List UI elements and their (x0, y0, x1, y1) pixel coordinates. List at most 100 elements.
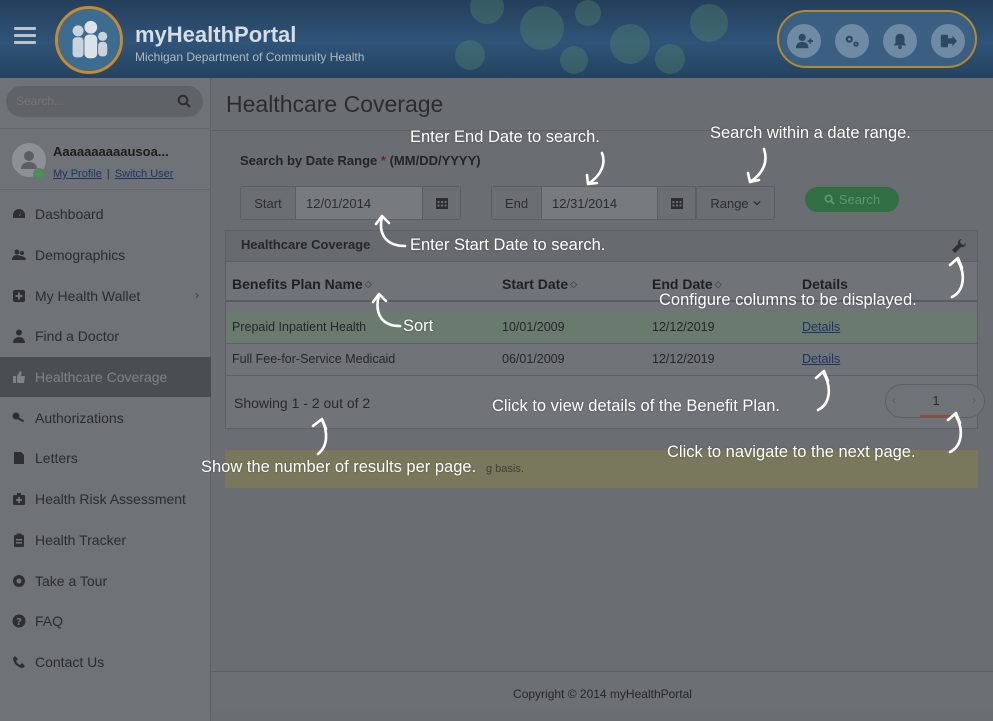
annotation-date-range: Search within a date range. (710, 124, 911, 142)
question-icon: ? (12, 614, 26, 628)
calendar-icon (670, 198, 683, 209)
logout-icon[interactable] (931, 24, 965, 58)
sidebar-item-find-doctor[interactable]: Find a Doctor (0, 316, 211, 357)
sidebar-search[interactable] (6, 86, 203, 117)
chevron-down-icon (753, 200, 761, 206)
sidebar-item-letters[interactable]: Letters (0, 438, 211, 479)
column-header-plan[interactable]: Benefits Plan Name ◇ (232, 276, 372, 292)
online-status-icon (33, 168, 45, 180)
next-page-button[interactable]: › (972, 393, 976, 407)
compass-icon (13, 574, 25, 587)
add-user-icon[interactable] (787, 24, 821, 58)
link-separator: | (106, 168, 110, 180)
date-range-text: Search by Date Range (240, 153, 378, 168)
thumbs-up-icon (13, 371, 25, 384)
sidebar-item-label: Demographics (35, 247, 126, 264)
sidebar-item-label: FAQ (35, 613, 64, 630)
search-icon (824, 194, 835, 205)
details-link[interactable]: Details (802, 352, 840, 366)
plan-name-cell: Prepaid Inpatient Health (232, 320, 367, 334)
plus-square-icon (13, 289, 25, 302)
sidebar-item-healthcare-coverage[interactable]: Healthcare Coverage (0, 356, 218, 398)
sidebar-item-authorizations[interactable]: Authorizations (0, 397, 211, 438)
sidebar-item-label: Contact Us (35, 653, 105, 670)
arrow-details (814, 369, 831, 412)
start-label: Start (241, 187, 296, 219)
start-calendar-button[interactable] (422, 187, 460, 219)
search-button[interactable]: Search (805, 187, 899, 212)
file-icon (14, 452, 24, 465)
page-title: Healthcare Coverage (226, 91, 444, 117)
sidebar-item-take-tour[interactable]: Take a Tour (0, 560, 211, 601)
hamburger-menu-icon[interactable] (14, 27, 36, 45)
end-label: End (492, 187, 542, 219)
annotation-sort: Sort (403, 317, 434, 335)
sidebar-item-label: Take a Tour (35, 572, 108, 589)
sort-icon[interactable]: ◇ (715, 279, 722, 290)
column-label: Benefits Plan Name (232, 276, 363, 292)
start-date-cell: 10/01/2009 (502, 320, 565, 334)
user-name: Aaaaaaaaaausoa... (53, 144, 169, 159)
calendar-icon (435, 198, 448, 209)
column-header-details: Details (802, 276, 848, 292)
prev-page-button[interactable]: ‹ (892, 393, 896, 407)
sidebar-item-health-wallet[interactable]: My Health Wallet › (0, 275, 211, 316)
sidebar-item-health-tracker[interactable]: Health Tracker (0, 520, 211, 561)
table-row: Full Fee-for-Service Medicaid 06/01/2009… (226, 344, 977, 376)
sidebar-nav: Dashboard Demographics My Health Wallet … (0, 194, 218, 683)
sort-icon[interactable]: ◇ (570, 279, 577, 290)
doctor-icon (13, 329, 25, 344)
medkit-icon (13, 493, 25, 506)
bell-icon[interactable] (883, 24, 917, 58)
sidebar-item-faq[interactable]: ? FAQ (0, 601, 211, 642)
column-label: Start Date (502, 276, 569, 292)
note-text: g basis. (486, 463, 524, 475)
start-date-group: Start 12/01/2014 (240, 186, 461, 220)
sidebar-item-contact-us[interactable]: Contact Us (0, 642, 211, 683)
user-links: My Profile | Switch User (53, 168, 173, 180)
table-row: Prepaid Inpatient Health 10/01/2009 12/1… (226, 312, 977, 344)
column-header-end[interactable]: End Date ◇ (652, 276, 722, 292)
end-date-input[interactable]: 12/31/2014 (542, 187, 658, 219)
date-format-hint: (MM/DD/YYYY) (389, 153, 481, 168)
arrow-sort (371, 292, 402, 328)
annotation-end-date: Enter End Date to search. (410, 128, 600, 146)
sidebar-item-label: Healthcare Coverage (35, 369, 168, 386)
switch-user-link[interactable]: Switch User (115, 168, 174, 180)
sidebar-item-label: Authorizations (35, 409, 124, 426)
details-link[interactable]: Details (802, 320, 840, 334)
sidebar-item-health-risk[interactable]: Health Risk Assessment (0, 479, 211, 520)
footer: Copyright © 2014 myHealthPortal (212, 671, 993, 711)
arrow-results (311, 417, 328, 456)
arrow-configure (948, 256, 965, 299)
search-input[interactable] (16, 94, 166, 108)
range-label: Range (710, 195, 749, 211)
annotation-next-page: Click to navigate to the next page. (667, 443, 916, 461)
end-date-cell: 12/12/2019 (652, 320, 715, 334)
wrench-icon[interactable] (951, 238, 967, 254)
arrow-date-range (746, 147, 767, 184)
end-calendar-button[interactable] (657, 187, 695, 219)
app-header: myHealthPortal Michigan Department of Co… (0, 0, 993, 78)
start-date-cell: 06/01/2009 (502, 352, 565, 366)
column-header-start[interactable]: Start Date ◇ (502, 276, 577, 292)
key-icon (12, 412, 25, 423)
annotation-details: Click to view details of the Benefit Pla… (492, 397, 780, 415)
range-dropdown[interactable]: Range (696, 186, 775, 220)
results-count: Showing 1 - 2 out of 2 (234, 395, 371, 411)
sidebar-item-label: Health Tracker (35, 531, 127, 548)
plan-name-cell: Full Fee-for-Service Medicaid (232, 352, 396, 366)
gear-icon[interactable] (835, 24, 869, 58)
date-range-label: Search by Date Range * (MM/DD/YYYY) (240, 153, 481, 168)
required-mark: * (380, 153, 386, 168)
user-panel: Aaaaaaaaaausoa... My Profile | Switch User (0, 128, 211, 190)
sidebar-item-label: Health Risk Assessment (35, 491, 186, 508)
app-name: myHealthPortal (135, 22, 297, 47)
sidebar-item-demographics[interactable]: Demographics (0, 235, 211, 276)
phone-icon (13, 655, 25, 668)
my-profile-link[interactable]: My Profile (53, 168, 102, 180)
sidebar-item-dashboard[interactable]: Dashboard (0, 194, 211, 235)
search-icon[interactable] (177, 94, 191, 108)
column-label: End Date (652, 276, 713, 292)
chevron-right-icon: › (195, 288, 199, 303)
